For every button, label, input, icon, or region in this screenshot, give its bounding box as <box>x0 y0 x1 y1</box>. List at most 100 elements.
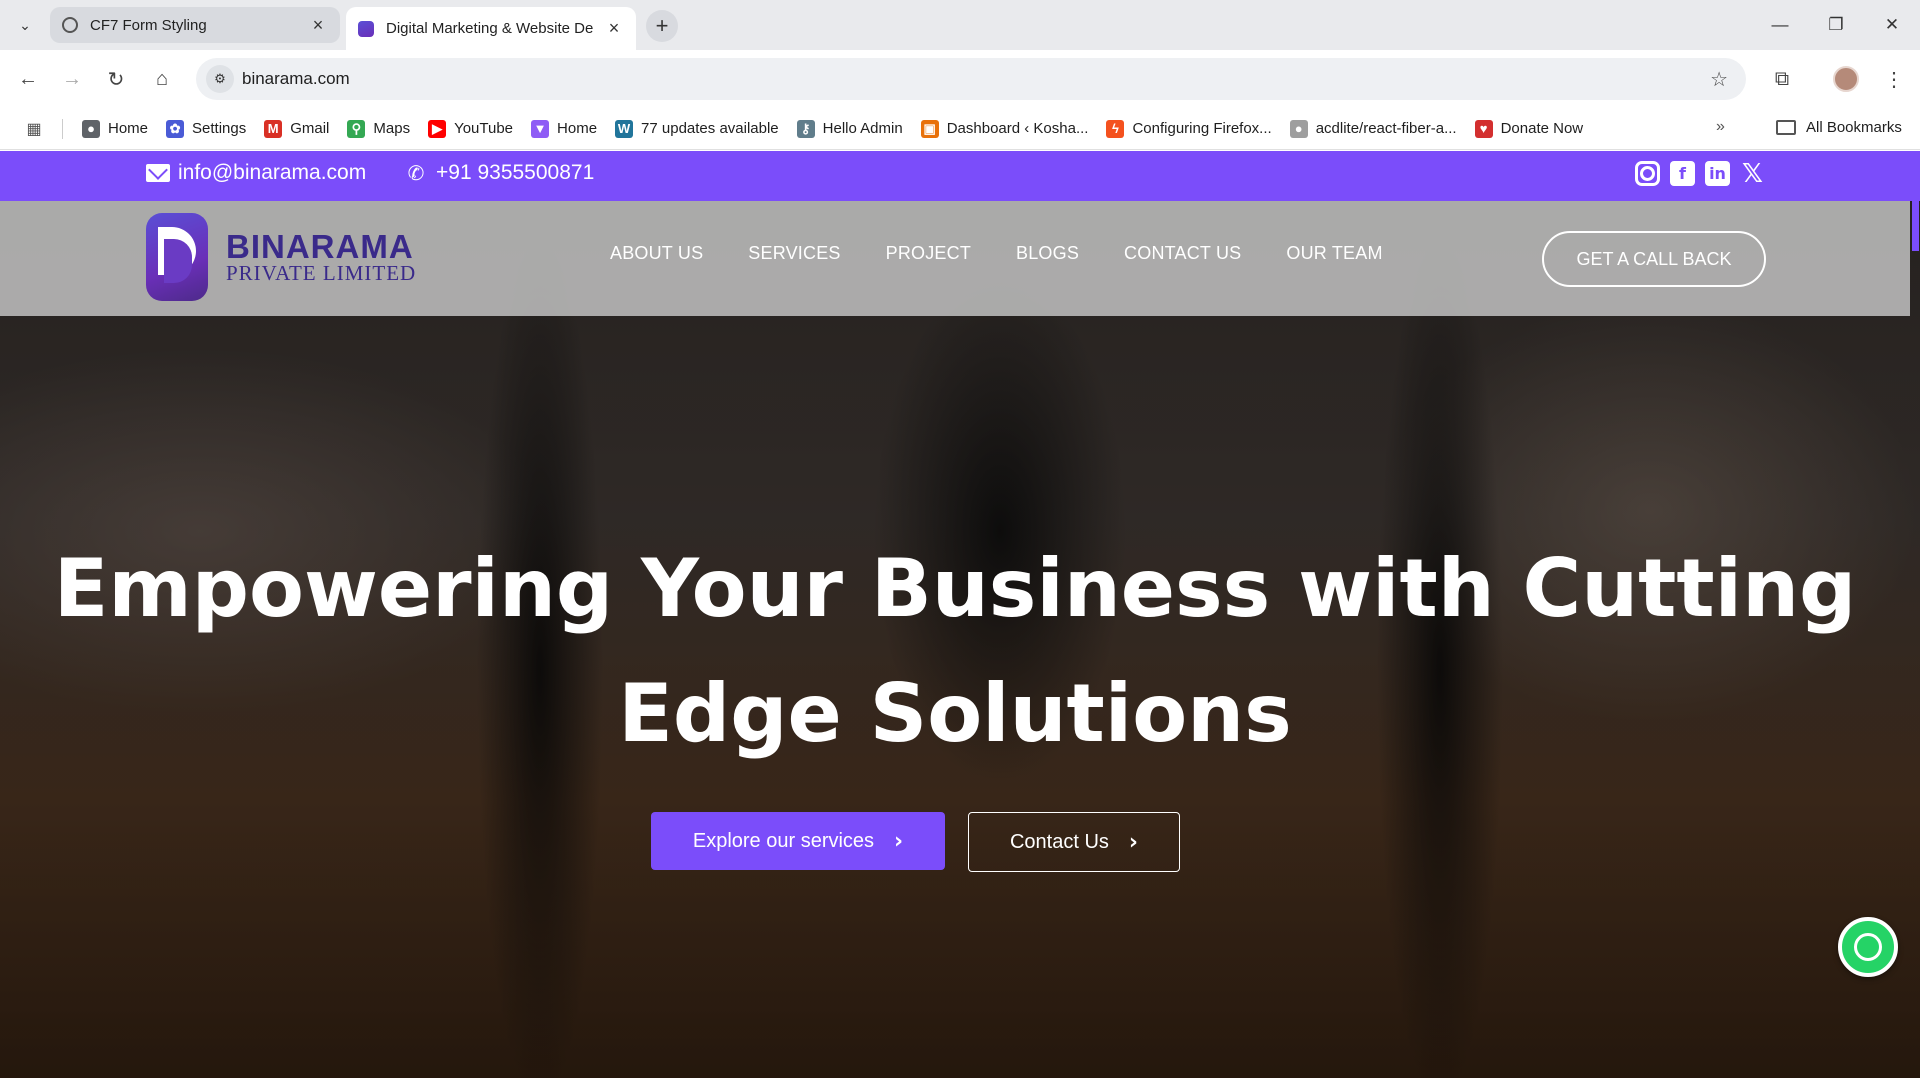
forward-icon[interactable]: → <box>56 63 88 95</box>
site-logo[interactable]: BINARAMA PRIVATE LIMITED <box>146 213 416 301</box>
contact-topbar: info@binarama.com ✆ +91 9355500871 f in … <box>0 151 1920 201</box>
bookmark-label: 77 updates available <box>641 120 779 137</box>
close-tab-icon[interactable]: × <box>604 18 624 39</box>
browser-menu-icon[interactable]: ⋮ <box>1878 63 1910 95</box>
globe-icon <box>62 17 78 33</box>
bookmark-label: Hello Admin <box>822 120 903 137</box>
hero-title-line-1: Empowering Your Business with Cutting <box>53 542 1857 635</box>
vite-icon: ▼ <box>531 119 550 138</box>
logo-subtitle: PRIVATE LIMITED <box>226 261 417 285</box>
bookmark-item[interactable]: ⚷ Hello Admin <box>788 119 912 138</box>
tab-search-icon[interactable]: ⌄ <box>12 12 38 38</box>
reload-icon[interactable]: ↻ <box>100 63 132 95</box>
bookmark-label: acdlite/react-fiber-a... <box>1315 120 1457 137</box>
nav-our-team[interactable]: OUR TEAM <box>1286 243 1382 264</box>
bookmark-list: ● Home ✿ Settings M Gmail ⚲ Maps ▶ YouTube ▼ Home W 7… <box>73 119 1593 138</box>
logo-name: BINARAMA <box>226 228 414 265</box>
all-bookmarks-label: All Bookmarks <box>1806 119 1902 136</box>
folder-icon <box>1776 120 1796 135</box>
address-bar[interactable]: ⚙ binarama.com ☆ <box>196 58 1746 100</box>
site-info-icon[interactable]: ⚙ <box>206 65 234 93</box>
site-header: BINARAMA PRIVATE LIMITED ABOUT US SERVIC… <box>0 201 1910 316</box>
bolt-icon: ϟ <box>1106 119 1125 138</box>
nav-blogs[interactable]: BLOGS <box>1016 243 1079 264</box>
bookmark-label: Home <box>557 120 598 137</box>
gmail-icon: M <box>264 119 283 138</box>
bookmark-label: Home <box>108 120 149 137</box>
bookmark-item[interactable]: W 77 updates available <box>606 119 788 138</box>
bookmark-item[interactable]: ϟ Configuring Firefox... <box>1097 119 1280 138</box>
linkedin-icon[interactable]: in <box>1705 161 1730 186</box>
bookmark-label: Maps <box>373 120 411 137</box>
explore-services-label: Explore our services <box>692 829 875 852</box>
bookmark-item[interactable]: ✿ Settings <box>157 119 255 138</box>
all-bookmarks-button[interactable]: All Bookmarks <box>1776 119 1902 136</box>
binarama-logo-icon <box>146 213 208 301</box>
facebook-icon[interactable]: f <box>1670 161 1695 186</box>
apps-grid-icon[interactable]: ▦ <box>20 115 48 143</box>
main-nav: ABOUT US SERVICES PROJECT BLOGS CONTACT … <box>610 243 1383 264</box>
home-icon[interactable]: ⌂ <box>146 63 178 95</box>
bookmark-item[interactable]: ▼ Home <box>522 119 606 138</box>
page-scrollbar[interactable] <box>1910 201 1920 1078</box>
nav-contact-us[interactable]: CONTACT US <box>1124 243 1241 264</box>
bookmark-star-icon[interactable]: ☆ <box>1710 67 1728 92</box>
bookmark-item[interactable]: ⚲ Maps <box>338 119 419 138</box>
bookmark-item[interactable]: ▣ Dashboard ‹ Kosha... <box>912 119 1098 138</box>
browser-chrome: ⌄ CF7 Form Styling × Digital Marketing &… <box>0 0 1920 151</box>
hero-title: Empowering Your Business with Cutting Ed… <box>0 526 1910 776</box>
binarama-favicon-icon <box>358 20 374 37</box>
bookmark-item[interactable]: ● Home <box>73 119 157 138</box>
chevron-right-icon: › <box>1128 829 1138 855</box>
bookmark-label: YouTube <box>454 120 514 137</box>
browser-toolbar: ← → ↻ ⌂ ⚙ binarama.com ☆ ⧉ ⋮ <box>0 50 1920 108</box>
bookmark-item[interactable]: ● acdlite/react-fiber-a... <box>1281 119 1466 138</box>
scrollbar-thumb[interactable] <box>1912 201 1919 251</box>
tab-title: Digital Marketing & Website De <box>386 20 594 37</box>
bookmark-label: Donate Now <box>1500 120 1584 137</box>
chromium-icon: ● <box>82 119 100 138</box>
mail-icon <box>146 164 170 182</box>
nav-project[interactable]: PROJECT <box>886 243 971 264</box>
minimize-icon[interactable]: — <box>1752 0 1808 50</box>
dashboard-icon: ▣ <box>920 119 939 138</box>
bookmark-label: Configuring Firefox... <box>1132 120 1272 137</box>
bookmark-label: Settings <box>192 120 247 137</box>
email-text: info@binarama.com <box>178 161 367 184</box>
gear-icon: ✿ <box>166 119 185 138</box>
chevron-right-icon: › <box>894 828 904 854</box>
phone-link[interactable]: ✆ +91 9355500871 <box>404 161 595 185</box>
email-link[interactable]: info@binarama.com <box>146 161 366 185</box>
nav-services[interactable]: SERVICES <box>748 243 840 264</box>
more-bookmarks-icon[interactable]: » <box>1716 118 1725 136</box>
youtube-icon: ▶ <box>428 119 447 138</box>
key-icon: ⚷ <box>796 119 815 138</box>
bookmark-label: Dashboard ‹ Kosha... <box>946 120 1089 137</box>
logo-text: BINARAMA PRIVATE LIMITED <box>226 228 417 285</box>
extensions-icon[interactable]: ⧉ <box>1766 63 1798 95</box>
maps-pin-icon: ⚲ <box>347 119 366 138</box>
back-icon[interactable]: ← <box>12 63 44 95</box>
contact-us-button[interactable]: Contact Us › <box>968 812 1180 872</box>
close-tab-icon[interactable]: × <box>308 15 328 36</box>
hero-title-line-2: Edge Solutions <box>618 667 1292 760</box>
bookmark-item[interactable]: ♥ Donate Now <box>1466 119 1593 138</box>
bookmark-item[interactable]: ▶ YouTube <box>419 119 522 138</box>
restore-icon[interactable]: ❐ <box>1808 0 1864 50</box>
bookmark-separator <box>62 118 63 139</box>
instagram-icon[interactable] <box>1635 161 1660 186</box>
website-viewport: info@binarama.com ✆ +91 9355500871 f in … <box>0 151 1920 1078</box>
bookmark-item[interactable]: M Gmail <box>255 119 338 138</box>
close-window-icon[interactable]: ✕ <box>1864 0 1920 50</box>
address-url[interactable]: binarama.com <box>242 69 350 89</box>
whatsapp-icon[interactable] <box>1838 917 1898 977</box>
new-tab-button[interactable]: + <box>646 10 678 42</box>
x-twitter-icon[interactable]: 𝕏 <box>1740 159 1765 189</box>
get-call-back-button[interactable]: GET A CALL BACK <box>1542 231 1766 287</box>
profile-avatar[interactable] <box>1833 66 1859 92</box>
nav-about-us[interactable]: ABOUT US <box>610 243 703 264</box>
explore-services-button[interactable]: Explore our services › <box>651 812 945 870</box>
tab-strip: ⌄ CF7 Form Styling × Digital Marketing &… <box>0 0 1920 50</box>
tab-digital-marketing[interactable]: Digital Marketing & Website De × <box>346 7 636 50</box>
tab-cf7-form-styling[interactable]: CF7 Form Styling × <box>50 7 340 43</box>
